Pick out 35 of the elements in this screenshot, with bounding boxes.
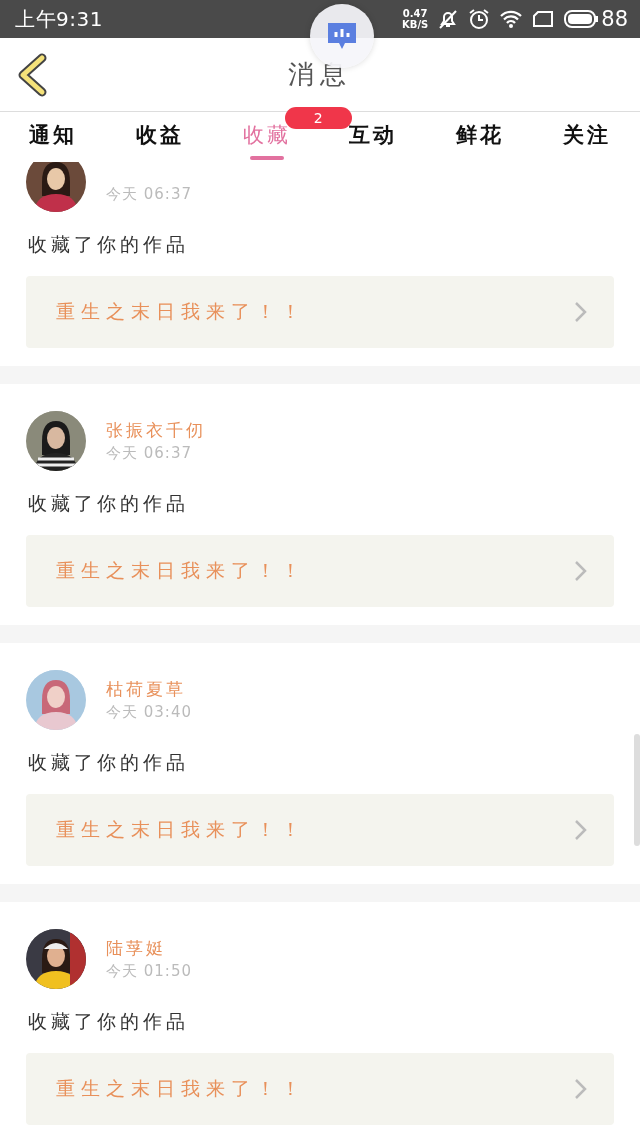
action-text: 收藏了你的作品 — [28, 750, 190, 775]
work-link[interactable]: 重生之末日我来了！！ — [26, 535, 614, 607]
tab[interactable]: 互动 — [349, 112, 398, 150]
tab[interactable]: 通知 — [29, 112, 78, 150]
sim-card-icon — [532, 10, 555, 28]
chevron-right-icon — [574, 301, 588, 323]
user-name[interactable]: 陆莩娗 — [106, 937, 192, 959]
page-title: 消息 — [287, 58, 353, 91]
chevron-right-icon — [574, 1078, 588, 1100]
battery-icon — [563, 9, 600, 29]
muted-bell-icon — [437, 8, 460, 30]
user-name[interactable]: 枯荷夏草 — [106, 678, 192, 700]
work-link[interactable]: 重生之末日我来了！！ — [26, 794, 614, 866]
timestamp: 今天 01:50 — [106, 961, 192, 981]
timestamp: 今天 03:40 — [106, 702, 192, 722]
work-link[interactable]: 重生之末日我来了！！ — [26, 1053, 614, 1125]
back-chevron-icon — [16, 52, 48, 97]
battery-percent: 88 — [601, 7, 628, 31]
speed-unit: KB/S — [402, 19, 429, 30]
action-text: 收藏了你的作品 — [28, 1009, 190, 1034]
chevron-right-icon — [574, 560, 588, 582]
timestamp: 今天 06:37 — [106, 443, 193, 463]
work-link[interactable]: 重生之末日我来了！！ — [26, 276, 614, 348]
tab[interactable]: 关注 — [562, 112, 611, 150]
action-text: 收藏了你的作品 — [28, 232, 190, 257]
wifi-icon — [499, 9, 524, 29]
chevron-right-icon — [574, 819, 588, 841]
tab[interactable]: 收益 — [136, 112, 184, 150]
alarm-icon — [468, 8, 491, 30]
user-name[interactable]: 张振衣千仞 — [106, 419, 206, 441]
timestamp: 今天 06:37 — [106, 184, 192, 204]
clock-time: 上午9:31 — [15, 5, 103, 33]
network-speed: 0.47 — [402, 8, 428, 19]
tab[interactable]: 鲜花 — [456, 112, 504, 150]
action-text: 收藏了你的作品 — [28, 491, 190, 516]
